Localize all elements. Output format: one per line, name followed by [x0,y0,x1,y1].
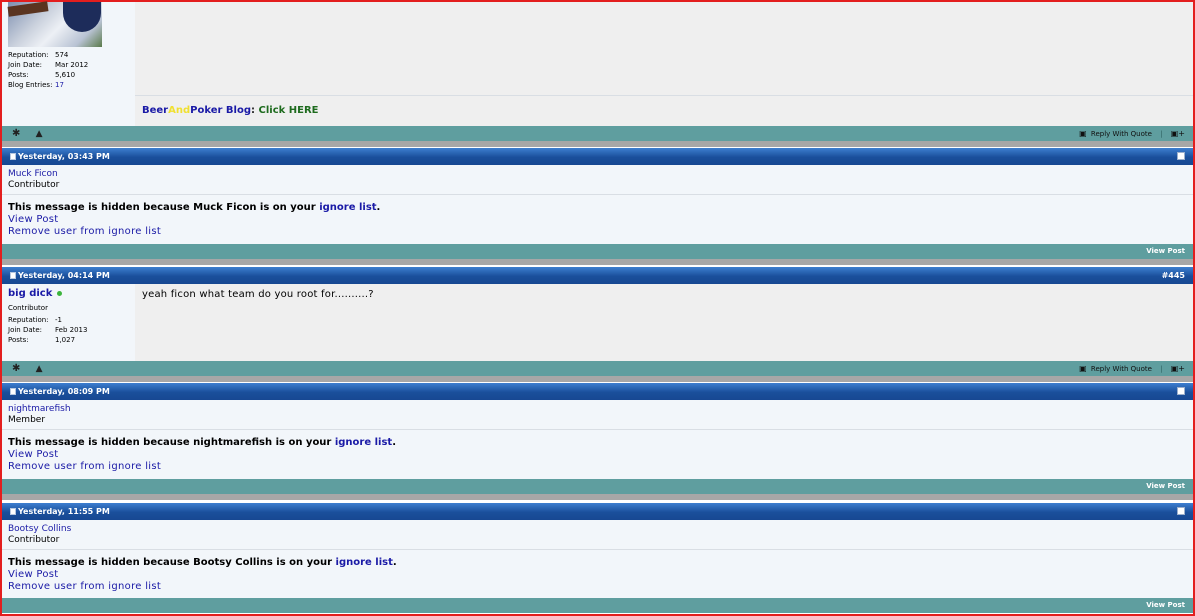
post-separator [2,494,1193,500]
remove-from-ignore-list-link[interactable]: Remove user from ignore list [8,581,161,593]
post-icon [10,272,16,279]
post5-user-info: Bootsy Collins Contributor [2,520,1193,550]
reply-with-quote-button[interactable]: Reply With Quote [1091,365,1152,373]
checkbox-icon[interactable] [1177,387,1185,395]
view-post-button[interactable]: View Post [1146,479,1185,494]
signature-click-here-link[interactable]: Click HERE [259,105,319,116]
view-post-link[interactable]: View Post [8,214,59,226]
post4-footer-bar: View Post [2,479,1193,494]
post3-date: Yesterday, 04:14 PM [18,271,110,280]
post5-header-bar: Yesterday, 11:55 PM [2,503,1193,520]
post3-tools: ✱ ▲ [12,361,43,377]
ignore-list-link[interactable]: ignore list [336,557,393,568]
post3-user-title: Contributor [8,304,48,312]
post4-user-info: nightmarefish Member [2,400,1193,430]
signature: BeerAndPoker Blog: Click HERE [142,105,319,116]
stat-row-posts: Posts: 5,610 [8,71,76,79]
checkbox-icon[interactable] [1177,152,1185,160]
reply-with-quote-button[interactable]: Reply With Quote [1091,130,1152,138]
post2-date: Yesterday, 03:43 PM [18,152,110,161]
post4-hidden-message: This message is hidden because nightmare… [2,430,1193,479]
post1-user-stats: Reputation: 574 Join Date: Mar 2012 Posts:… [8,50,128,90]
view-post-button[interactable]: View Post [1146,598,1185,613]
post-number-link[interactable]: #445 [1162,267,1185,284]
post3-reply-tools: ▣ Reply With Quote | ▣+ [1079,361,1185,377]
post2-footer-bar: View Post [2,244,1193,259]
post2-hidden-message: This message is hidden because Muck Fico… [2,195,1193,244]
stat-row-join-date: Join Date: Feb 2013 [8,326,88,334]
post5-date: Yesterday, 11:55 PM [18,507,110,516]
post3-username: big dick [8,288,63,299]
post-separator [2,141,1193,147]
post-icon [10,153,16,160]
stat-row-join-date: Join Date: Mar 2012 [8,61,89,69]
post-separator [2,259,1193,265]
post-separator [2,376,1193,382]
post2-header-bar: Yesterday, 03:43 PM [2,148,1193,165]
avatar-shape [63,2,101,32]
post3-user-sidebar: big dick Contributor Reputation: -1 Join … [2,284,135,361]
remove-from-ignore-list-link[interactable]: Remove user from ignore list [8,226,161,238]
post4-username-link[interactable]: nightmarefish [8,404,71,414]
warning-icon[interactable]: ▲ [36,129,43,139]
post4-hidden-notice: This message is hidden because nightmare… [8,437,397,448]
stat-row-reputation: Reputation: 574 [8,51,69,59]
ignore-list-link[interactable]: ignore list [319,202,376,213]
speech-bubble-icon: ▣ [1079,364,1087,373]
post5-hidden-message: This message is hidden because Bootsy Co… [2,550,1193,598]
post1-reply-tools: ▣ Reply With Quote | ▣+ [1079,126,1185,142]
post5-user-title: Contributor [8,535,60,545]
signature-divider [135,95,1193,96]
avatar-shape [7,1,49,17]
star-icon[interactable]: ✱ [12,128,20,139]
view-post-link[interactable]: View Post [8,569,59,581]
signature-blog-link[interactable]: BeerAndPoker Blog [142,105,251,116]
post-icon [10,508,16,515]
post2-user-info: Muck Ficon Contributor [2,165,1193,195]
post5-hidden-notice: This message is hidden because Bootsy Co… [8,557,397,568]
view-post-button[interactable]: View Post [1146,244,1185,259]
multiquote-icon[interactable]: ▣+ [1171,129,1185,138]
warning-icon[interactable]: ▲ [36,364,43,374]
post-icon [10,388,16,395]
multiquote-icon[interactable]: ▣+ [1171,364,1185,373]
post3-footer-bar: ✱ ▲ ▣ Reply With Quote | ▣+ [2,361,1193,376]
divider: | [1160,365,1163,373]
post5-footer-bar: View Post [2,598,1193,613]
remove-from-ignore-list-link[interactable]: Remove user from ignore list [8,461,161,473]
post3-message-area: yeah ficon what team do you root for....… [135,284,1193,361]
speech-bubble-icon: ▣ [1079,129,1087,138]
online-status-icon [57,291,63,296]
post1-footer-bar: ✱ ▲ ▣ Reply With Quote | ▣+ [2,126,1193,141]
avatar[interactable] [7,1,102,47]
view-post-link[interactable]: View Post [8,449,59,461]
post2-username-link[interactable]: Muck Ficon [8,169,58,179]
ignore-list-link[interactable]: ignore list [335,437,392,448]
post1-tools: ✱ ▲ [12,126,43,142]
post3-username-link[interactable]: big dick [8,288,52,299]
post4-user-title: Member [8,415,46,425]
post2-hidden-notice: This message is hidden because Muck Fico… [8,202,381,213]
divider: | [1160,130,1163,138]
star-icon[interactable]: ✱ [12,363,20,374]
post4-date: Yesterday, 08:09 PM [18,387,110,396]
post1-message-area: BeerAndPoker Blog: Click HERE [135,2,1193,126]
stat-row-blog-entries: Blog Entries: 17 [8,80,64,90]
blog-entries-link[interactable]: 17 [55,80,64,90]
post5-username-link[interactable]: Bootsy Collins [8,524,71,534]
post3-message-text: yeah ficon what team do you root for....… [142,289,374,300]
post3-header-bar: Yesterday, 04:14 PM #445 [2,267,1193,284]
stat-row-reputation: Reputation: -1 [8,316,62,324]
stat-row-posts: Posts: 1,027 [8,336,76,344]
post1-user-sidebar: Reputation: 574 Join Date: Mar 2012 Posts:… [2,1,135,126]
post3-user-stats: Reputation: -1 Join Date: Feb 2013 Posts: 1… [8,315,128,345]
post4-header-bar: Yesterday, 08:09 PM [2,383,1193,400]
post2-user-title: Contributor [8,180,60,190]
checkbox-icon[interactable] [1177,507,1185,515]
